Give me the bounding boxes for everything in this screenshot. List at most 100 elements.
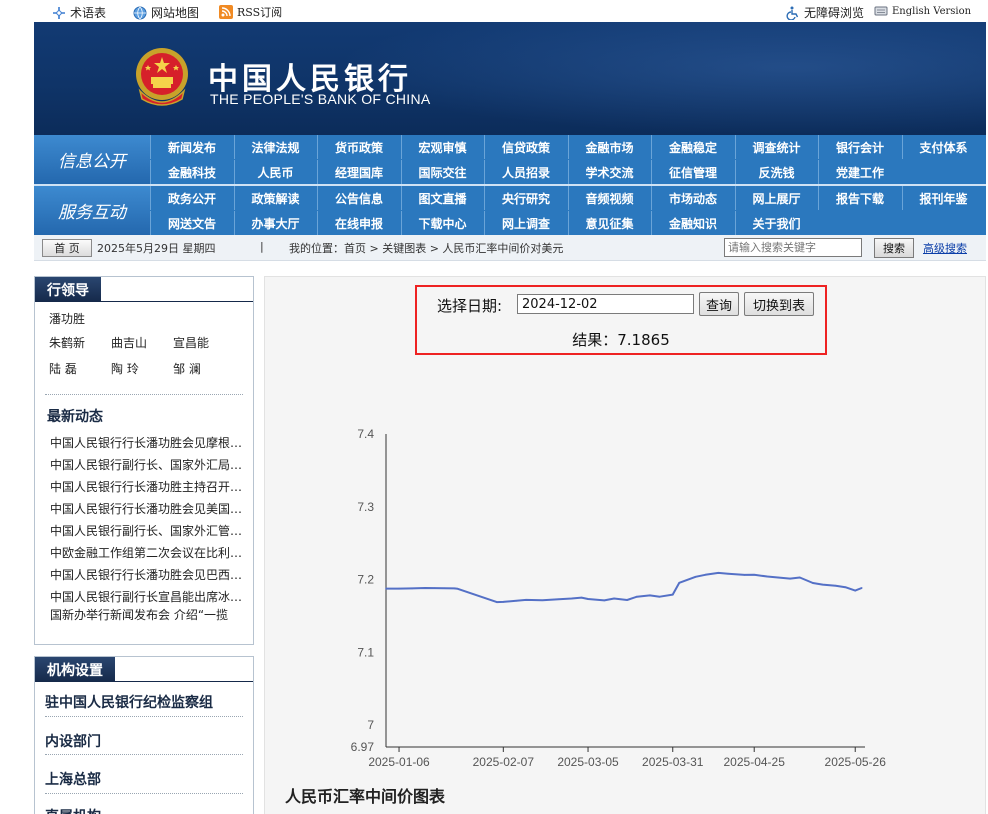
crosshair-icon xyxy=(53,6,65,19)
rate-data-point xyxy=(515,600,518,602)
nav-item[interactable]: 图文直播 xyxy=(400,186,484,210)
organization-tab-underline xyxy=(35,681,253,682)
nav-item[interactable]: 金融市场 xyxy=(567,135,651,159)
nav-item[interactable]: 人民币 xyxy=(233,160,317,184)
rate-data-point xyxy=(727,572,729,575)
rate-data-point xyxy=(557,598,560,601)
exchange-rate-chart[interactable]: 6.97 7 7.1 7.2 7.3 7.4 2025-01-06 2025-02-07 202… xyxy=(265,407,985,787)
switch-to-table-button[interactable]: 切换到表 xyxy=(744,292,814,316)
rate-data-point xyxy=(443,587,446,589)
nav-item[interactable]: 人员招录 xyxy=(484,160,567,184)
nav-item[interactable]: 政务公开 xyxy=(150,186,233,210)
leader-link[interactable]: 陶 玲 xyxy=(111,360,139,377)
news-link[interactable]: 中国人民银行行长潘功胜会见摩根大通董事长 xyxy=(50,435,248,451)
nav-item[interactable]: 金融科技 xyxy=(150,160,233,184)
nav-item[interactable]: 经理国库 xyxy=(317,160,400,184)
leader-link[interactable]: 陆 磊 xyxy=(49,360,77,377)
rate-data-point xyxy=(580,596,583,599)
news-link[interactable]: 中国人民银行行长潘功胜会见巴西央行行长 xyxy=(50,567,248,583)
org-link[interactable]: 驻中国人民银行纪检监察组 xyxy=(45,692,213,712)
nav-item[interactable]: 银行会计 xyxy=(818,135,901,159)
nav-item[interactable]: 新闻发布 xyxy=(150,135,233,159)
nav-item[interactable]: 法律法规 xyxy=(233,135,317,159)
news-link[interactable]: 中国人民银行行长潘功胜会见美国财政部官员 xyxy=(50,501,248,517)
nav-item[interactable]: 货币政策 xyxy=(317,135,400,159)
news-link[interactable]: 中欧金融工作组第二次会议在比利时召开 xyxy=(50,545,248,561)
national-emblem-icon[interactable] xyxy=(134,47,190,109)
query-button[interactable]: 查询 xyxy=(699,292,739,316)
org-link[interactable]: 直属机构 xyxy=(45,806,101,814)
rate-series-line xyxy=(386,571,863,604)
leader-link[interactable]: 宣昌能 xyxy=(173,334,209,351)
sitemap-link[interactable]: 网站地图 xyxy=(133,4,199,21)
nav-item[interactable]: 下载中心 xyxy=(400,211,484,235)
leader-link[interactable]: 潘功胜 xyxy=(49,310,85,327)
news-section-title: 最新动态 xyxy=(47,409,103,425)
leader-link[interactable]: 邹 澜 xyxy=(173,360,201,377)
rate-data-point xyxy=(525,599,527,601)
breadcrumb-separator: | xyxy=(260,240,264,253)
rss-icon xyxy=(219,5,233,19)
y-tick-label: 7.4 xyxy=(357,427,374,441)
nav-item[interactable]: 市场动态 xyxy=(651,186,734,210)
nav-item[interactable]: 在线申报 xyxy=(317,211,400,235)
nav-item[interactable]: 意见征集 xyxy=(567,211,651,235)
nav-item[interactable]: 报告下载 xyxy=(818,186,901,210)
wheelchair-icon xyxy=(786,6,799,20)
news-link[interactable]: 国新办举行新闻发布会 介绍“一揽 xyxy=(50,607,230,623)
news-link[interactable]: 中国人民银行副行长、国家外汇局局长朱鹤新 xyxy=(50,457,248,473)
home-button[interactable]: 首 页 xyxy=(42,239,92,257)
nav-item[interactable]: 公告信息 xyxy=(317,186,400,210)
nav-item[interactable]: 政策解读 xyxy=(233,186,317,210)
search-button[interactable]: 搜索 xyxy=(874,238,914,258)
nav-item[interactable]: 国际交往 xyxy=(400,160,484,184)
rate-data-point xyxy=(636,595,638,598)
nav-item[interactable]: 信贷政策 xyxy=(484,135,567,159)
search-input[interactable] xyxy=(724,238,862,257)
nav-item[interactable]: 关于我们 xyxy=(734,211,818,235)
nav-item[interactable]: 网上调查 xyxy=(484,211,567,235)
globe-icon xyxy=(133,6,147,19)
glossary-link[interactable]: 术语表 xyxy=(52,4,106,21)
leader-link[interactable]: 曲吉山 xyxy=(111,334,147,351)
x-tick-label: 2025-03-05 xyxy=(557,755,619,769)
news-link[interactable]: 中国人民银行副行长宣昌能出席冰岛会议 xyxy=(50,589,248,605)
nav-item[interactable]: 报刊年鉴 xyxy=(901,186,985,210)
org-link[interactable]: 上海总部 xyxy=(45,769,101,789)
advanced-search-link[interactable]: 高级搜索 xyxy=(923,240,967,256)
nav-item[interactable]: 宏观审慎 xyxy=(400,135,484,159)
nav-item[interactable]: 央行研究 xyxy=(484,186,567,210)
date-label: 选择日期: xyxy=(437,297,503,315)
nav-item[interactable]: 网送文告 xyxy=(150,211,233,235)
english-version-link[interactable]: English Version xyxy=(874,4,971,18)
rate-data-point xyxy=(424,587,426,589)
x-tick-label: 2025-03-31 xyxy=(642,755,704,769)
org-link[interactable]: 内设部门 xyxy=(45,731,101,751)
nav-item[interactable]: 反洗钱 xyxy=(734,160,818,184)
date-input[interactable] xyxy=(517,294,694,314)
accessibility-link[interactable]: 无障碍浏览 xyxy=(786,4,864,21)
x-tick-label: 2025-05-26 xyxy=(825,755,887,769)
nav-item[interactable]: 党建工作 xyxy=(818,160,901,184)
nav-item[interactable]: 网上展厅 xyxy=(734,186,818,210)
x-tick-label: 2025-01-06 xyxy=(368,755,430,769)
y-tick-label: 7.1 xyxy=(357,645,374,659)
nav-item[interactable]: 金融稳定 xyxy=(651,135,734,159)
nav-item[interactable]: 支付体系 xyxy=(901,135,985,159)
rate-data-point xyxy=(834,584,837,587)
rss-label: RSS订阅 xyxy=(237,6,283,19)
nav-item[interactable]: 学术交流 xyxy=(567,160,651,184)
divider xyxy=(45,793,243,794)
nav-item[interactable]: 办事大厅 xyxy=(233,211,317,235)
nav-item[interactable]: 金融知识 xyxy=(651,211,734,235)
nav-item[interactable]: 调查统计 xyxy=(734,135,818,159)
nav-item[interactable]: 音频视频 xyxy=(567,186,651,210)
rss-link[interactable]: RSS订阅 xyxy=(219,4,282,20)
news-link[interactable]: 中国人民银行副行长、国家外汇管理局局长 xyxy=(50,523,248,539)
rate-data-point xyxy=(717,572,720,574)
rate-data-point xyxy=(743,574,746,576)
news-link[interactable]: 中国人民银行行长潘功胜主持召开金融机构座 xyxy=(50,479,248,495)
nav-item[interactable]: 征信管理 xyxy=(651,160,734,184)
site-banner: 中国人民银行 THE PEOPLE'S BANK OF CHINA xyxy=(34,22,986,135)
leader-link[interactable]: 朱鹤新 xyxy=(49,334,85,351)
